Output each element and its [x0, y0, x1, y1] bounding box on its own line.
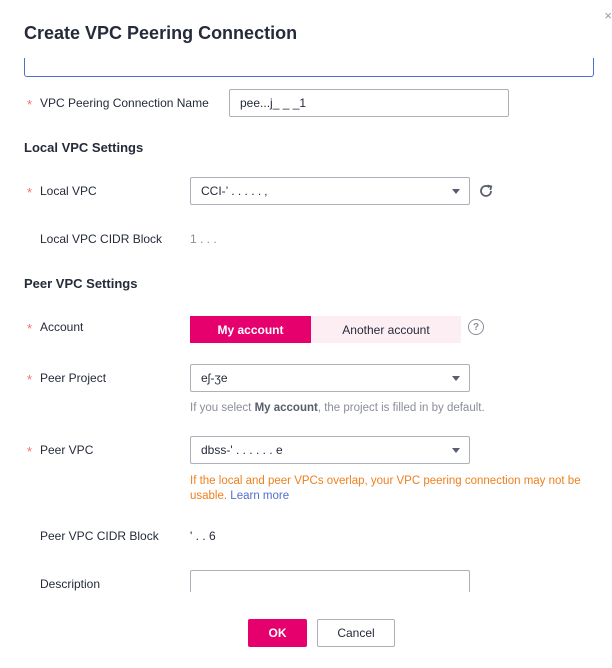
peer-project-label: Peer Project	[40, 371, 107, 385]
scroll-frame	[24, 58, 594, 77]
required-mark: *	[27, 97, 33, 112]
peer-project-hint: If you select My account, the project is…	[190, 402, 485, 414]
close-icon[interactable]: ×	[604, 8, 612, 23]
local-cidr-value: 1 . . .	[190, 232, 217, 246]
name-label: VPC Peering Connection Name	[40, 96, 209, 110]
hint-bold: My account	[254, 402, 318, 414]
required-mark: *	[27, 321, 33, 336]
name-input[interactable]: pee...j_ _ _1	[229, 89, 509, 117]
local-vpc-section-title: Local VPC Settings	[24, 140, 144, 155]
local-vpc-label: Local VPC	[40, 184, 97, 198]
peer-vpc-select[interactable]: dbss-' . . . . . . e	[190, 436, 470, 464]
chevron-down-icon	[452, 376, 460, 381]
hint-prefix: If you select	[190, 402, 255, 414]
peer-cidr-label: Peer VPC CIDR Block	[40, 529, 159, 543]
peer-cidr-value: ' . . 6	[190, 529, 216, 543]
peer-vpc-section-title: Peer VPC Settings	[24, 276, 138, 291]
cancel-button[interactable]: Cancel	[317, 619, 395, 647]
description-input[interactable]	[190, 570, 470, 592]
local-vpc-select-value: CCI-’ . . . . . ‚	[201, 184, 268, 198]
ok-button[interactable]: OK	[248, 619, 307, 647]
my-account-option[interactable]: My account	[190, 316, 311, 343]
help-icon[interactable]: ?	[468, 319, 484, 335]
required-mark: *	[27, 185, 33, 200]
hint-suffix: , the project is filled in by default.	[317, 402, 485, 414]
peer-vpc-select-value: dbss-' . . . . . . e	[201, 443, 283, 457]
name-input-value: pee...j_ _ _1	[240, 96, 307, 110]
overlap-warning: If the local and peer VPCs overlap, your…	[190, 474, 590, 504]
learn-more-link[interactable]: Learn more	[230, 490, 289, 502]
refresh-icon[interactable]	[478, 183, 494, 199]
peer-project-select-value: eʃ-ʒe	[201, 371, 228, 385]
required-mark: *	[27, 372, 33, 387]
local-cidr-label: Local VPC CIDR Block	[40, 232, 163, 246]
peer-project-select[interactable]: eʃ-ʒe	[190, 364, 470, 392]
peer-vpc-label: Peer VPC	[40, 443, 94, 457]
account-label: Account	[40, 320, 84, 334]
another-account-option[interactable]: Another account	[311, 316, 461, 343]
required-mark: *	[27, 444, 33, 459]
description-label: Description	[40, 577, 101, 591]
chevron-down-icon	[452, 448, 460, 453]
dialog-title: Create VPC Peering Connection	[24, 23, 298, 43]
local-vpc-select[interactable]: CCI-’ . . . . . ‚	[190, 177, 470, 205]
chevron-down-icon	[452, 189, 460, 194]
